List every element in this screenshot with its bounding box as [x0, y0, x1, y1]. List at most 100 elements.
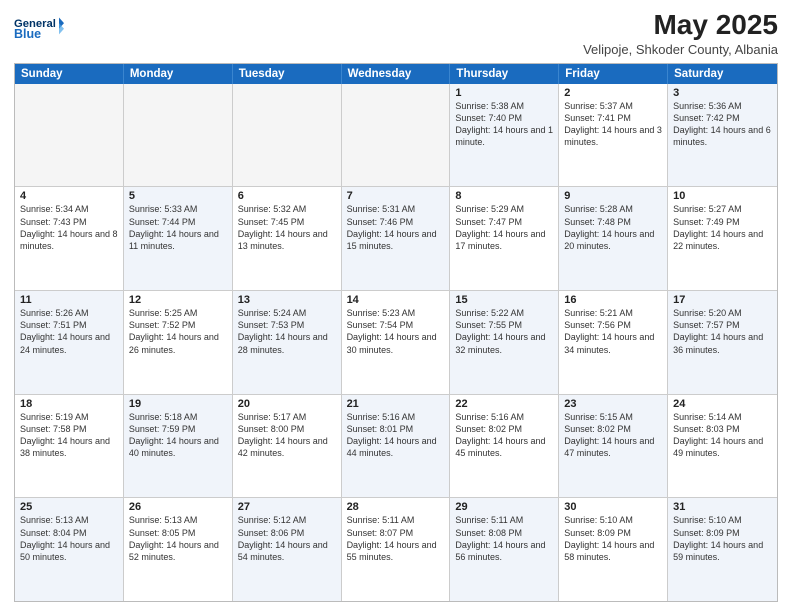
empty-cell: [233, 84, 342, 187]
day-info: Sunrise: 5:37 AM Sunset: 7:41 PM Dayligh…: [564, 100, 662, 149]
day-cell-28: 28Sunrise: 5:11 AM Sunset: 8:07 PM Dayli…: [342, 498, 451, 601]
day-cell-16: 16Sunrise: 5:21 AM Sunset: 7:56 PM Dayli…: [559, 291, 668, 394]
day-number: 1: [455, 87, 553, 99]
day-header-sunday: Sunday: [15, 64, 124, 84]
day-number: 2: [564, 87, 662, 99]
day-cell-7: 7Sunrise: 5:31 AM Sunset: 7:46 PM Daylig…: [342, 187, 451, 290]
calendar-header: SundayMondayTuesdayWednesdayThursdayFrid…: [15, 64, 777, 84]
day-number: 18: [20, 398, 118, 410]
day-number: 6: [238, 190, 336, 202]
day-number: 20: [238, 398, 336, 410]
day-number: 8: [455, 190, 553, 202]
day-cell-9: 9Sunrise: 5:28 AM Sunset: 7:48 PM Daylig…: [559, 187, 668, 290]
day-cell-4: 4Sunrise: 5:34 AM Sunset: 7:43 PM Daylig…: [15, 187, 124, 290]
location: Velipoje, Shkoder County, Albania: [583, 42, 778, 57]
day-cell-12: 12Sunrise: 5:25 AM Sunset: 7:52 PM Dayli…: [124, 291, 233, 394]
day-header-monday: Monday: [124, 64, 233, 84]
month-year: May 2025: [583, 10, 778, 41]
day-info: Sunrise: 5:36 AM Sunset: 7:42 PM Dayligh…: [673, 100, 772, 149]
day-cell-30: 30Sunrise: 5:10 AM Sunset: 8:09 PM Dayli…: [559, 498, 668, 601]
day-header-tuesday: Tuesday: [233, 64, 342, 84]
day-cell-14: 14Sunrise: 5:23 AM Sunset: 7:54 PM Dayli…: [342, 291, 451, 394]
day-info: Sunrise: 5:31 AM Sunset: 7:46 PM Dayligh…: [347, 203, 445, 252]
empty-cell: [342, 84, 451, 187]
day-info: Sunrise: 5:23 AM Sunset: 7:54 PM Dayligh…: [347, 307, 445, 356]
day-cell-2: 2Sunrise: 5:37 AM Sunset: 7:41 PM Daylig…: [559, 84, 668, 187]
day-info: Sunrise: 5:29 AM Sunset: 7:47 PM Dayligh…: [455, 203, 553, 252]
day-cell-5: 5Sunrise: 5:33 AM Sunset: 7:44 PM Daylig…: [124, 187, 233, 290]
day-info: Sunrise: 5:16 AM Sunset: 8:01 PM Dayligh…: [347, 411, 445, 460]
day-info: Sunrise: 5:19 AM Sunset: 7:58 PM Dayligh…: [20, 411, 118, 460]
day-cell-1: 1Sunrise: 5:38 AM Sunset: 7:40 PM Daylig…: [450, 84, 559, 187]
day-cell-23: 23Sunrise: 5:15 AM Sunset: 8:02 PM Dayli…: [559, 395, 668, 498]
calendar-week-5: 25Sunrise: 5:13 AM Sunset: 8:04 PM Dayli…: [15, 497, 777, 601]
day-cell-22: 22Sunrise: 5:16 AM Sunset: 8:02 PM Dayli…: [450, 395, 559, 498]
calendar-week-1: 1Sunrise: 5:38 AM Sunset: 7:40 PM Daylig…: [15, 84, 777, 187]
day-number: 16: [564, 294, 662, 306]
logo: General Blue: [14, 10, 64, 50]
day-info: Sunrise: 5:32 AM Sunset: 7:45 PM Dayligh…: [238, 203, 336, 252]
day-info: Sunrise: 5:13 AM Sunset: 8:05 PM Dayligh…: [129, 514, 227, 563]
day-info: Sunrise: 5:26 AM Sunset: 7:51 PM Dayligh…: [20, 307, 118, 356]
day-info: Sunrise: 5:27 AM Sunset: 7:49 PM Dayligh…: [673, 203, 772, 252]
day-cell-19: 19Sunrise: 5:18 AM Sunset: 7:59 PM Dayli…: [124, 395, 233, 498]
day-cell-10: 10Sunrise: 5:27 AM Sunset: 7:49 PM Dayli…: [668, 187, 777, 290]
day-info: Sunrise: 5:11 AM Sunset: 8:07 PM Dayligh…: [347, 514, 445, 563]
day-number: 5: [129, 190, 227, 202]
day-number: 17: [673, 294, 772, 306]
logo-svg: General Blue: [14, 10, 64, 50]
day-number: 26: [129, 501, 227, 513]
day-header-saturday: Saturday: [668, 64, 777, 84]
day-number: 10: [673, 190, 772, 202]
day-number: 9: [564, 190, 662, 202]
calendar-week-4: 18Sunrise: 5:19 AM Sunset: 7:58 PM Dayli…: [15, 394, 777, 498]
day-header-friday: Friday: [559, 64, 668, 84]
calendar-week-2: 4Sunrise: 5:34 AM Sunset: 7:43 PM Daylig…: [15, 186, 777, 290]
day-cell-13: 13Sunrise: 5:24 AM Sunset: 7:53 PM Dayli…: [233, 291, 342, 394]
day-number: 7: [347, 190, 445, 202]
day-number: 4: [20, 190, 118, 202]
day-number: 30: [564, 501, 662, 513]
calendar-body: 1Sunrise: 5:38 AM Sunset: 7:40 PM Daylig…: [15, 84, 777, 601]
day-cell-24: 24Sunrise: 5:14 AM Sunset: 8:03 PM Dayli…: [668, 395, 777, 498]
day-info: Sunrise: 5:38 AM Sunset: 7:40 PM Dayligh…: [455, 100, 553, 149]
day-number: 12: [129, 294, 227, 306]
day-cell-20: 20Sunrise: 5:17 AM Sunset: 8:00 PM Dayli…: [233, 395, 342, 498]
day-cell-21: 21Sunrise: 5:16 AM Sunset: 8:01 PM Dayli…: [342, 395, 451, 498]
page: General Blue May 2025 Velipoje, Shkoder …: [0, 0, 792, 612]
day-number: 11: [20, 294, 118, 306]
day-info: Sunrise: 5:14 AM Sunset: 8:03 PM Dayligh…: [673, 411, 772, 460]
day-cell-31: 31Sunrise: 5:10 AM Sunset: 8:09 PM Dayli…: [668, 498, 777, 601]
day-number: 13: [238, 294, 336, 306]
day-info: Sunrise: 5:21 AM Sunset: 7:56 PM Dayligh…: [564, 307, 662, 356]
day-cell-15: 15Sunrise: 5:22 AM Sunset: 7:55 PM Dayli…: [450, 291, 559, 394]
day-info: Sunrise: 5:22 AM Sunset: 7:55 PM Dayligh…: [455, 307, 553, 356]
svg-text:Blue: Blue: [14, 27, 41, 41]
day-cell-29: 29Sunrise: 5:11 AM Sunset: 8:08 PM Dayli…: [450, 498, 559, 601]
day-number: 27: [238, 501, 336, 513]
day-info: Sunrise: 5:20 AM Sunset: 7:57 PM Dayligh…: [673, 307, 772, 356]
day-info: Sunrise: 5:17 AM Sunset: 8:00 PM Dayligh…: [238, 411, 336, 460]
day-info: Sunrise: 5:13 AM Sunset: 8:04 PM Dayligh…: [20, 514, 118, 563]
day-number: 29: [455, 501, 553, 513]
day-info: Sunrise: 5:16 AM Sunset: 8:02 PM Dayligh…: [455, 411, 553, 460]
day-number: 28: [347, 501, 445, 513]
day-info: Sunrise: 5:11 AM Sunset: 8:08 PM Dayligh…: [455, 514, 553, 563]
day-cell-6: 6Sunrise: 5:32 AM Sunset: 7:45 PM Daylig…: [233, 187, 342, 290]
day-info: Sunrise: 5:18 AM Sunset: 7:59 PM Dayligh…: [129, 411, 227, 460]
empty-cell: [15, 84, 124, 187]
day-info: Sunrise: 5:12 AM Sunset: 8:06 PM Dayligh…: [238, 514, 336, 563]
day-number: 24: [673, 398, 772, 410]
day-cell-27: 27Sunrise: 5:12 AM Sunset: 8:06 PM Dayli…: [233, 498, 342, 601]
day-number: 21: [347, 398, 445, 410]
day-number: 14: [347, 294, 445, 306]
calendar-week-3: 11Sunrise: 5:26 AM Sunset: 7:51 PM Dayli…: [15, 290, 777, 394]
day-info: Sunrise: 5:25 AM Sunset: 7:52 PM Dayligh…: [129, 307, 227, 356]
day-number: 3: [673, 87, 772, 99]
day-info: Sunrise: 5:33 AM Sunset: 7:44 PM Dayligh…: [129, 203, 227, 252]
day-number: 23: [564, 398, 662, 410]
day-number: 22: [455, 398, 553, 410]
day-number: 25: [20, 501, 118, 513]
calendar: SundayMondayTuesdayWednesdayThursdayFrid…: [14, 63, 778, 602]
day-cell-8: 8Sunrise: 5:29 AM Sunset: 7:47 PM Daylig…: [450, 187, 559, 290]
